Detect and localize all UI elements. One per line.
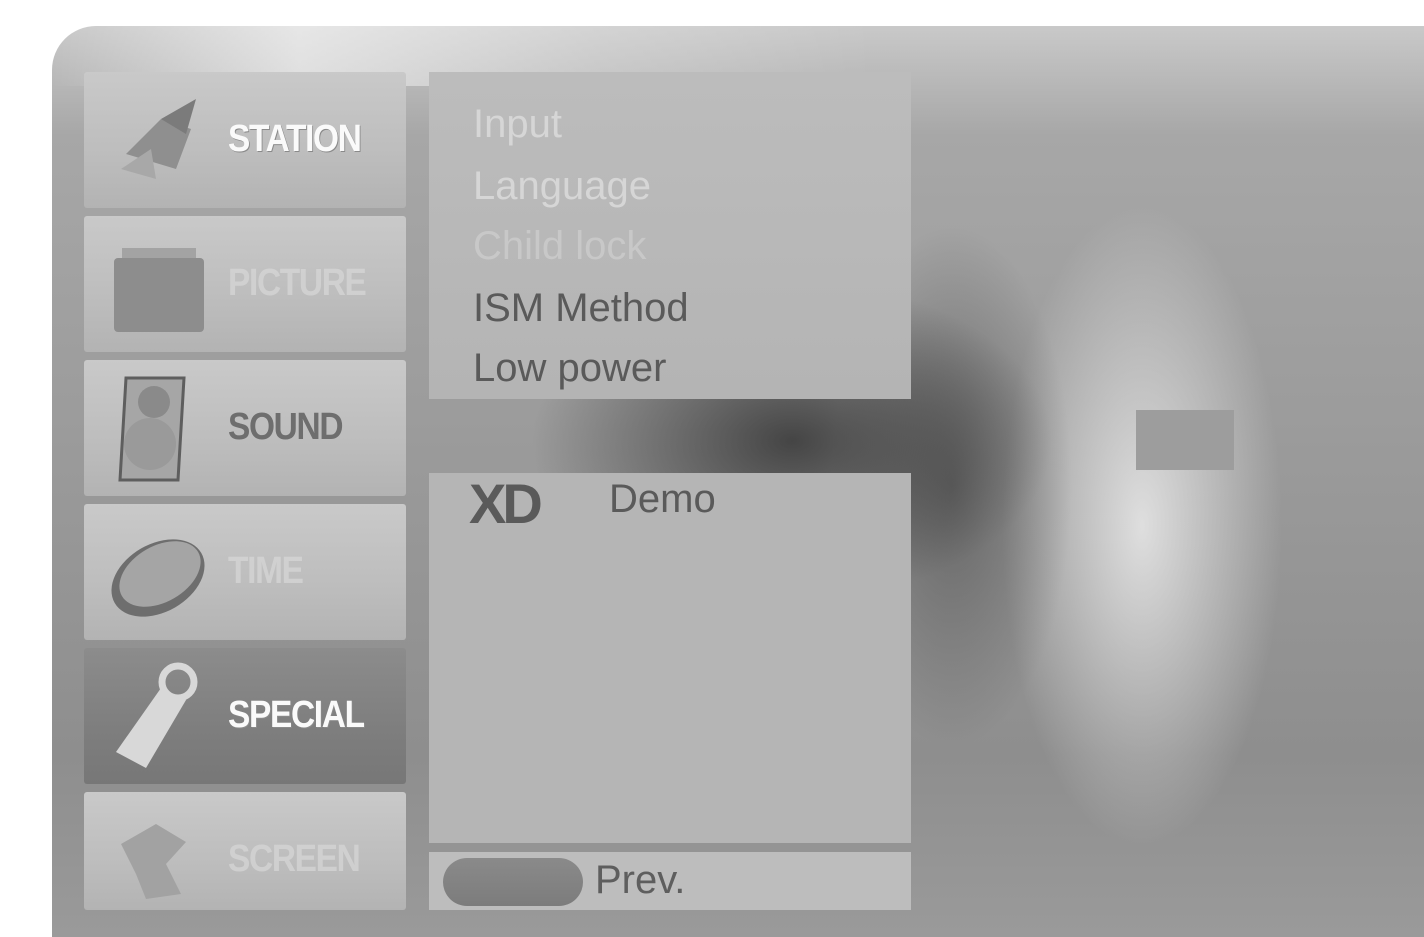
option-low-power[interactable]: Low power [473, 346, 666, 391]
menu-item-label: PICTURE [228, 262, 367, 304]
prev-key-icon[interactable] [443, 858, 583, 906]
screen-icon [121, 824, 186, 899]
ghost-patch [1136, 410, 1234, 470]
clock-icon [111, 539, 205, 617]
special-submenu: Input Language Child lock ISM Method Low… [429, 72, 911, 399]
picture-icon [114, 248, 204, 332]
tag-icon [116, 662, 198, 768]
menu-item-special[interactable]: SPECIAL [84, 648, 406, 784]
menu-item-label: SCREEN [228, 838, 361, 880]
option-input[interactable]: Input [473, 102, 562, 147]
option-ism-method[interactable]: ISM Method [473, 286, 689, 331]
menu-item-station[interactable]: STATION [84, 72, 406, 208]
menu-item-label: SPECIAL [228, 694, 365, 736]
option-child-lock[interactable]: Child lock [473, 224, 646, 269]
xd-demo-label[interactable]: Demo [609, 477, 716, 522]
menu-item-label: SOUND [228, 406, 343, 448]
svg-text:XD: XD [469, 477, 541, 533]
menu-item-time[interactable]: TIME [84, 504, 406, 640]
option-language[interactable]: Language [473, 164, 651, 209]
speaker-icon [118, 376, 186, 482]
menu-item-sound[interactable]: SOUND [84, 360, 406, 496]
menu-item-screen[interactable]: SCREEN [84, 792, 406, 910]
satellite-icon [121, 99, 196, 179]
osd-menu: STATION PICTURE SOUND TIME SPECIAL SCREE… [52, 26, 1424, 937]
main-menu-sidebar: STATION PICTURE SOUND TIME SPECIAL SCREE… [84, 72, 406, 918]
menu-item-label: STATION [228, 118, 362, 160]
prev-label: Prev. [595, 858, 686, 902]
xd-logo: XD [469, 477, 545, 533]
menu-item-label: TIME [228, 550, 304, 592]
xd-demo-panel: XD Demo [429, 473, 911, 843]
prev-bar: Prev. [429, 852, 911, 910]
menu-item-picture[interactable]: PICTURE [84, 216, 406, 352]
